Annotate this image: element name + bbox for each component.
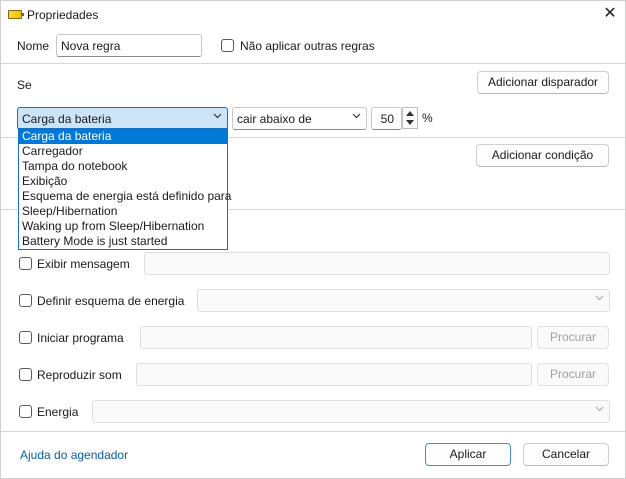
show-message-checkbox[interactable]: [19, 257, 32, 270]
dropdown-option[interactable]: Exibição: [19, 174, 227, 189]
add-condition-button[interactable]: Adicionar condição: [476, 144, 609, 167]
energy-select[interactable]: [92, 400, 610, 423]
browse-program-button[interactable]: Procurar: [537, 326, 609, 349]
start-program-checkbox[interactable]: [19, 331, 32, 344]
play-sound-checkbox[interactable]: [19, 368, 32, 381]
no-other-rules-label: Não aplicar outras regras: [240, 39, 375, 53]
chevron-down-icon: [352, 113, 361, 121]
title-bar: Propriedades ✕: [1, 1, 625, 29]
program-path-input[interactable]: [140, 326, 532, 349]
name-input[interactable]: Nova regra: [56, 34, 202, 57]
close-icon[interactable]: ✕: [597, 3, 623, 25]
dropdown-option[interactable]: Sleep/Hibernation: [19, 204, 227, 219]
set-power-scheme-label: Definir esquema de energia: [37, 294, 185, 308]
dropdown-option[interactable]: Carga da bateria: [19, 129, 227, 144]
chevron-down-icon: [213, 113, 222, 121]
trigger-source-value: Carga da bateria: [22, 112, 112, 126]
trigger-condition-value: cair abaixo de: [237, 112, 312, 126]
battery-icon: [8, 10, 24, 19]
trigger-source-select[interactable]: Carga da bateria: [17, 107, 228, 130]
show-message-label: Exibir mensagem: [37, 257, 130, 271]
if-label: Se: [17, 78, 32, 92]
trigger-source-dropdown: Carga da bateria Carregador Tampa do not…: [18, 128, 231, 250]
energy-checkbox[interactable]: [19, 405, 32, 418]
energy-label: Energia: [37, 405, 79, 419]
no-other-rules-checkbox[interactable]: [221, 39, 234, 52]
separator: [1, 431, 625, 432]
start-program-label: Iniciar programa: [37, 331, 124, 345]
threshold-stepper[interactable]: [402, 107, 418, 129]
cancel-button[interactable]: Cancelar: [523, 443, 609, 466]
add-trigger-button[interactable]: Adicionar disparador: [477, 71, 609, 94]
dropdown-option[interactable]: Carregador: [19, 144, 227, 159]
chevron-down-icon: [595, 406, 604, 414]
threshold-input[interactable]: 50: [371, 107, 402, 130]
sound-path-input[interactable]: [136, 363, 532, 386]
set-power-scheme-checkbox[interactable]: [19, 294, 32, 307]
separator: [1, 63, 625, 64]
name-label: Nome: [17, 39, 50, 53]
dropdown-option[interactable]: Tampa do notebook: [19, 159, 227, 174]
unit-label: %: [422, 111, 433, 125]
power-scheme-select[interactable]: [197, 289, 610, 312]
apply-button[interactable]: Aplicar: [425, 443, 511, 466]
chevron-down-icon: [595, 295, 604, 303]
stepper-up-icon[interactable]: [403, 108, 417, 118]
message-input[interactable]: [144, 252, 610, 275]
browse-sound-button[interactable]: Procurar: [537, 363, 609, 386]
dropdown-option[interactable]: Waking up from Sleep/Hibernation: [19, 219, 227, 234]
trigger-condition-select[interactable]: cair abaixo de: [232, 107, 367, 130]
scheduler-help-link[interactable]: Ajuda do agendador: [20, 448, 128, 462]
window-title: Propriedades: [27, 8, 99, 22]
dropdown-option[interactable]: Esquema de energia está definido para: [19, 189, 231, 204]
stepper-down-icon[interactable]: [403, 118, 417, 128]
play-sound-label: Reproduzir som: [37, 368, 122, 382]
properties-dialog: Propriedades ✕ Nome Nova regra Não aplic…: [0, 0, 626, 479]
dropdown-option[interactable]: Battery Mode is just started: [19, 234, 227, 249]
